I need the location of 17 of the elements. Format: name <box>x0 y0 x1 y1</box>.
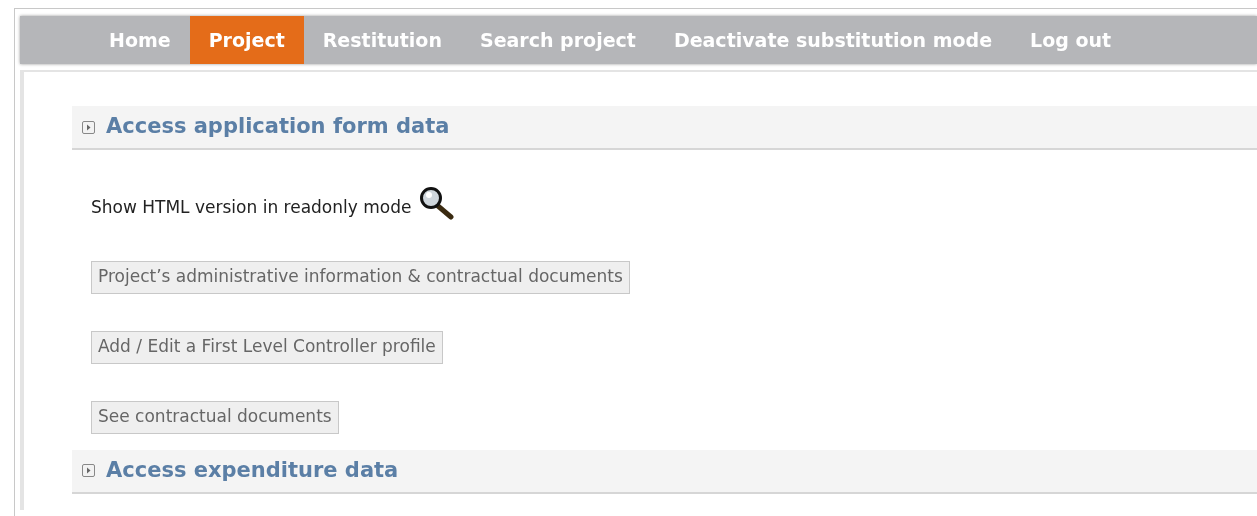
action-button[interactable]: Add / Edit a First Level Controller profile <box>91 330 443 364</box>
section-header[interactable]: Access expenditure data <box>72 449 1257 494</box>
readonly-link[interactable]: Show HTML version in readonly mode <box>91 195 412 221</box>
action-button[interactable]: See contractual documents <box>91 400 339 434</box>
nav-tab[interactable]: Home <box>90 16 190 64</box>
nav-tab[interactable]: Deactivate substitution mode <box>654 16 1012 64</box>
nav-tab[interactable]: Restitution <box>303 16 461 64</box>
magnifier-icon[interactable] <box>419 186 456 220</box>
expand-icon[interactable] <box>82 120 95 134</box>
action-button[interactable]: Project’s administrative information & contractual documents <box>91 260 630 294</box>
section-header[interactable]: Access application form data <box>72 106 1257 150</box>
section-title: Access expenditure data <box>106 456 399 484</box>
section-title: Access application form data <box>106 113 450 141</box>
nav-tab[interactable]: Log out <box>1011 16 1131 64</box>
nav-tab[interactable]: Search project <box>460 16 655 64</box>
nav-tab[interactable]: Project <box>189 16 304 64</box>
expand-icon[interactable] <box>82 464 95 477</box>
